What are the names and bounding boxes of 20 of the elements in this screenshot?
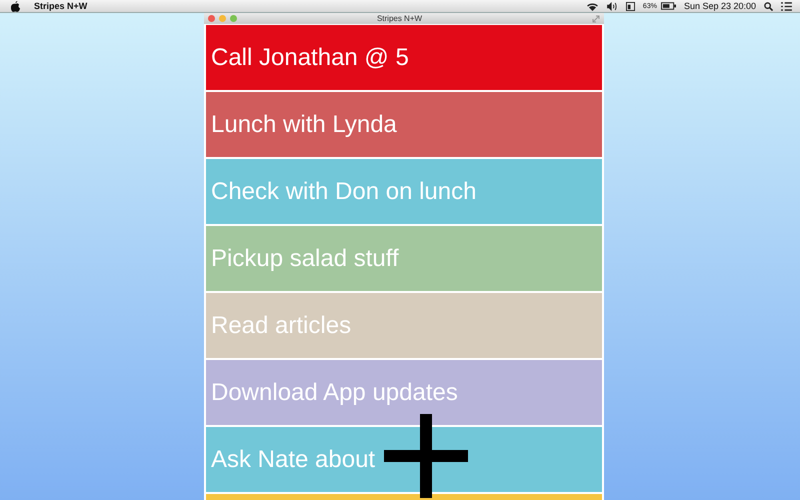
task-stripe[interactable]: Pickup salad stuff (206, 226, 602, 291)
window-title: Stripes N+W (376, 14, 424, 23)
task-stripe[interactable]: Lunch with Lynda (206, 92, 602, 157)
battery-icon[interactable] (660, 2, 676, 10)
close-button[interactable] (208, 15, 215, 22)
plus-cursor-icon (384, 414, 468, 498)
app-name[interactable]: Stripes N+W (34, 1, 88, 11)
task-stripe[interactable]: Ask Nate about (206, 427, 602, 492)
task-stripe[interactable] (206, 494, 602, 500)
list-icon[interactable] (781, 2, 792, 10)
window-icon[interactable] (626, 2, 635, 10)
apple-icon[interactable] (11, 0, 20, 12)
clock[interactable]: Sun Sep 23 20:00 (684, 1, 756, 11)
task-stripe[interactable]: Call Jonathan @ 5 (206, 25, 602, 90)
volume-icon[interactable] (606, 2, 618, 10)
task-stripe[interactable]: Download App updates (206, 360, 602, 425)
task-stripe[interactable]: Read articles (206, 293, 602, 358)
wifi-icon[interactable] (586, 2, 599, 10)
search-icon[interactable] (764, 2, 773, 10)
task-stripe[interactable]: Check with Don on lunch (206, 159, 602, 224)
